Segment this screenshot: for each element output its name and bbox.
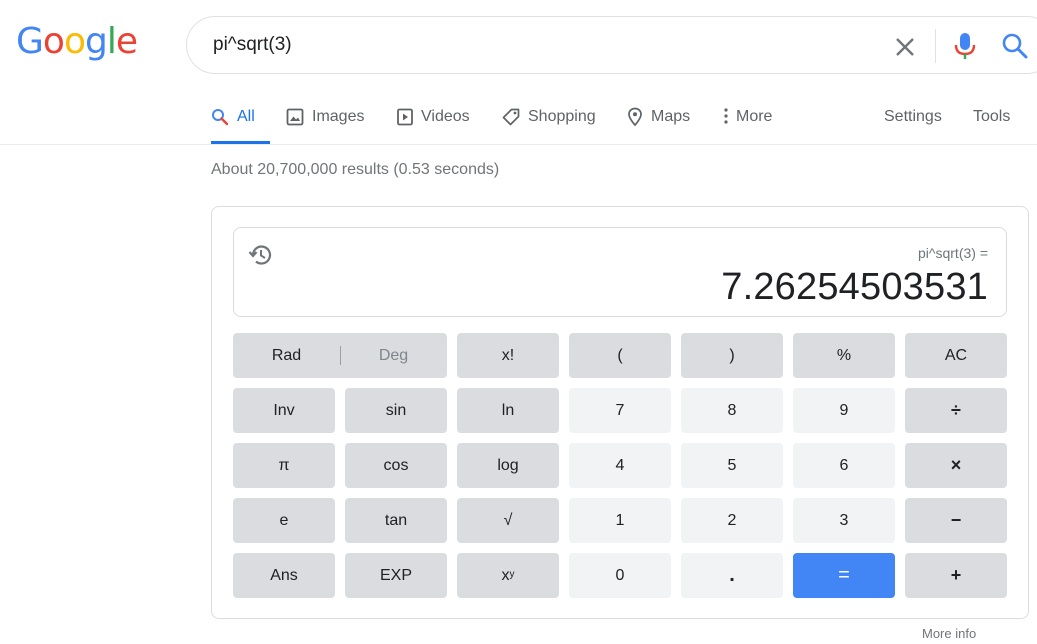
close-icon[interactable] [891,33,919,61]
tab-label: All [237,108,255,125]
rad-deg-toggle: Rad Deg [233,333,447,378]
tab-label: More [736,108,773,125]
percent-key[interactable]: % [793,333,895,378]
power-exponent: y [509,569,515,580]
search-input[interactable] [213,31,853,59]
digit-5-key[interactable]: 5 [681,443,783,488]
all-clear-key[interactable]: AC [905,333,1007,378]
tab-label: Maps [651,108,691,125]
pi-key[interactable]: π [233,443,335,488]
power-key[interactable]: xy [457,553,559,598]
video-icon [397,108,413,126]
digit-1-key[interactable]: 1 [569,498,671,543]
digit-6-key[interactable]: 6 [793,443,895,488]
google-logo[interactable]: Google [16,21,138,62]
inverse-key[interactable]: Inv [233,388,335,433]
plus-key[interactable]: + [905,553,1007,598]
tab-maps[interactable]: Maps [627,96,690,144]
digit-2-key[interactable]: 2 [681,498,783,543]
tab-images[interactable]: Images [286,96,364,144]
digit-0-key[interactable]: 0 [569,553,671,598]
tab-label: Videos [421,108,470,125]
tab-label: Shopping [528,108,596,125]
tab-label: Settings [884,108,942,125]
cos-key[interactable]: cos [345,443,447,488]
digit-3-key[interactable]: 3 [793,498,895,543]
power-base: x [501,566,510,584]
calculator-display: pi^sqrt(3) = 7.26254503531 [233,227,1007,317]
search-divider [935,29,936,63]
e-key[interactable]: e [233,498,335,543]
divide-key[interactable]: ÷ [905,388,1007,433]
decimal-point-key[interactable]: . [681,553,783,598]
tab-more[interactable]: More [722,96,772,144]
ln-key[interactable]: ln [457,388,559,433]
logo-letter: l [106,21,117,62]
digit-8-key[interactable]: 8 [681,388,783,433]
sin-key[interactable]: sin [345,388,447,433]
tag-icon [502,108,520,126]
tab-label: Images [312,108,365,125]
logo-letter: o [63,21,86,62]
multiply-key[interactable]: × [905,443,1007,488]
tab-settings[interactable]: Settings [884,96,942,144]
more-vert-icon [724,108,728,124]
tab-tools[interactable]: Tools [973,96,1010,144]
tab-all[interactable]: All [211,96,270,144]
tan-key[interactable]: tan [345,498,447,543]
more-info-link[interactable]: More info [922,626,976,641]
calculator-expression: pi^sqrt(3) = [918,245,988,261]
result-stats: About 20,700,000 results (0.53 seconds) [211,161,500,178]
rad-button[interactable]: Rad [233,333,340,378]
exp-key[interactable]: EXP [345,553,447,598]
logo-letter: o [42,21,65,62]
tab-shopping[interactable]: Shopping [502,96,596,144]
factorial-key[interactable]: x! [457,333,559,378]
search-tabs: All Images Videos Shopping Maps More Set… [0,96,1037,145]
map-pin-icon [628,107,642,127]
square-root-key[interactable]: √ [457,498,559,543]
search-box[interactable] [186,16,1037,74]
microphone-icon[interactable] [953,31,977,61]
left-paren-key[interactable]: ( [569,333,671,378]
right-paren-key[interactable]: ) [681,333,783,378]
minus-key[interactable]: − [905,498,1007,543]
logo-letter: g [84,21,108,62]
calculator-card: pi^sqrt(3) = 7.26254503531 Rad Deg x! ( … [211,206,1029,619]
image-icon [286,108,304,126]
logo-letter: e [115,21,138,62]
calculator-result: 7.26254503531 [721,266,988,308]
tab-videos[interactable]: Videos [397,96,470,144]
log-key[interactable]: log [457,443,559,488]
digit-9-key[interactable]: 9 [793,388,895,433]
equals-key[interactable]: = [793,553,895,598]
answer-key[interactable]: Ans [233,553,335,598]
digit-7-key[interactable]: 7 [569,388,671,433]
digit-4-key[interactable]: 4 [569,443,671,488]
tab-label: Tools [973,108,1011,125]
search-icon [212,109,229,126]
logo-letter: G [16,21,44,62]
deg-button[interactable]: Deg [340,333,447,378]
history-icon[interactable] [248,242,274,268]
search-icon[interactable] [1001,31,1029,61]
